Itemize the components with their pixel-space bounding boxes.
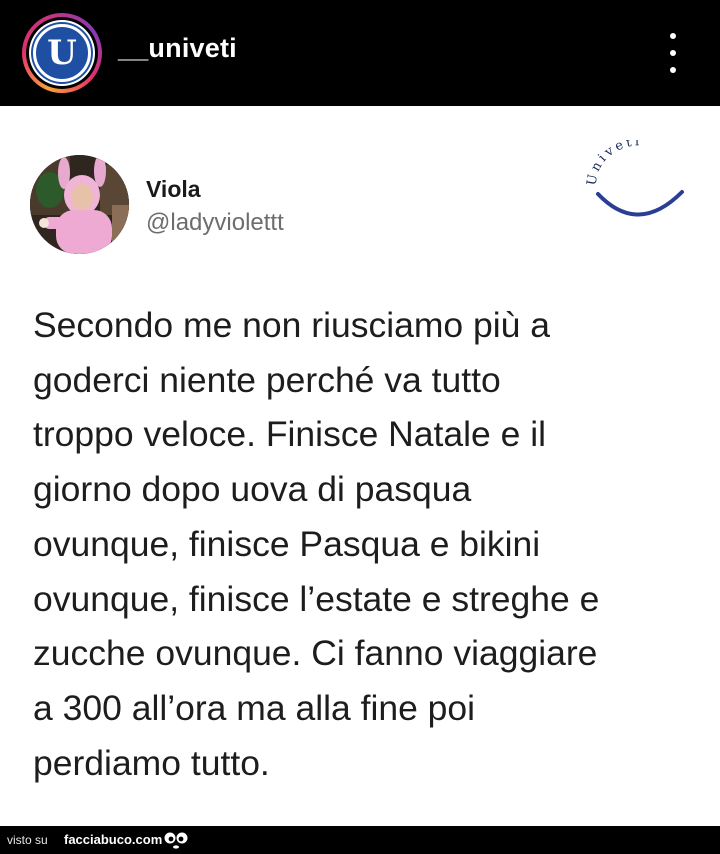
univeti-watermark-logo: Univeti — [584, 140, 684, 217]
tweet-text: Secondo me non riusciamo più a goderci n… — [33, 305, 600, 783]
site-label[interactable]: facciabuco.com — [64, 832, 162, 847]
author-handle[interactable]: @ladyviolettt — [146, 209, 284, 237]
visto-su-label: visto su — [7, 833, 48, 847]
author-avatar[interactable] — [30, 155, 129, 254]
profile-username[interactable]: __univeti — [118, 33, 237, 64]
facciabuco-eyes-icon — [164, 832, 188, 849]
univeti-logo-icon: U — [33, 24, 91, 82]
more-vertical-icon[interactable] — [662, 33, 684, 73]
watermark-footer: visto su facciabuco.com — [0, 826, 720, 854]
svg-text:Univeti: Univeti — [584, 140, 642, 187]
author-display-name[interactable]: Viola — [146, 176, 201, 203]
post-header: U __univeti — [0, 0, 720, 106]
author-photo-icon — [30, 155, 129, 254]
profile-avatar[interactable]: U — [22, 13, 102, 93]
